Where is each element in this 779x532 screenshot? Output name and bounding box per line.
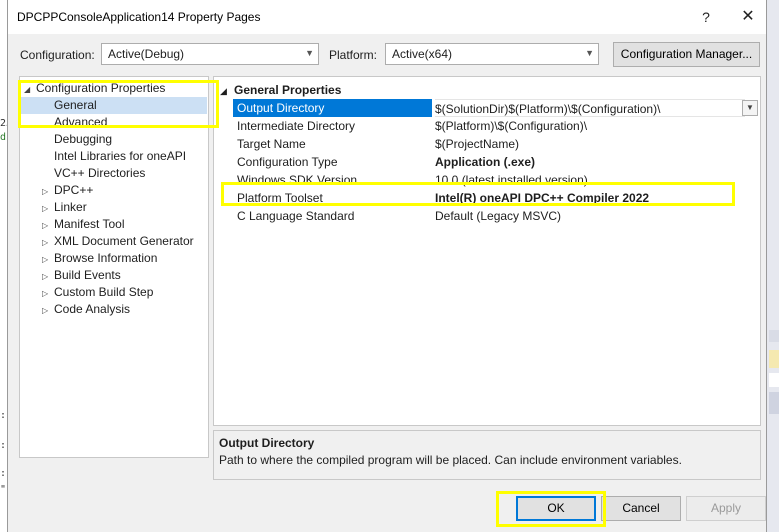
chevron-down-icon: ▼: [585, 48, 594, 58]
property-value[interactable]: 10.0 (latest installed version): [435, 171, 745, 189]
expand-arrow-icon[interactable]: ▷: [42, 217, 54, 234]
expand-arrow-icon[interactable]: ▷: [42, 302, 54, 319]
collapse-arrow-icon[interactable]: ◢: [220, 86, 234, 97]
property-value[interactable]: Default (Legacy MSVC): [435, 207, 745, 225]
cancel-button[interactable]: Cancel: [601, 496, 681, 521]
expand-arrow-icon[interactable]: ▷: [42, 234, 54, 251]
property-name: Target Name: [237, 137, 306, 151]
chevron-down-icon[interactable]: ▼: [742, 100, 758, 116]
property-row-platform-toolset[interactable]: Platform Toolset Intel(R) oneAPI DPC++ C…: [233, 189, 758, 207]
expand-arrow-icon[interactable]: ▷: [42, 268, 54, 285]
configuration-select-value: Active(Debug): [108, 47, 185, 61]
configuration-label: Configuration:: [20, 48, 95, 62]
expand-arrow-icon[interactable]: ▷: [42, 183, 54, 200]
property-row-intermediate-directory[interactable]: Intermediate Directory $(Platform)\$(Con…: [233, 117, 758, 135]
tree-item-advanced[interactable]: Advanced: [54, 114, 107, 131]
platform-select-value: Active(x64): [392, 47, 453, 61]
background-editor-right: [766, 0, 779, 532]
property-row-c-language-standard[interactable]: C Language Standard Default (Legacy MSVC…: [233, 207, 758, 225]
property-value[interactable]: $(SolutionDir)$(Platform)\$(Configuratio…: [435, 99, 745, 117]
tree-item-code-analysis[interactable]: ▷ Code Analysis: [42, 301, 130, 318]
apply-button[interactable]: Apply: [686, 496, 766, 521]
collapse-arrow-icon[interactable]: ◢: [24, 81, 36, 98]
description-pane: Output Directory Path to where the compi…: [213, 430, 761, 480]
property-name: Windows SDK Version: [237, 173, 358, 187]
tree-item-vc-directories[interactable]: VC++ Directories: [54, 165, 145, 182]
tree-item-intel-libraries[interactable]: Intel Libraries for oneAPI: [54, 148, 186, 165]
tree-item-build-events[interactable]: ▷ Build Events: [42, 267, 121, 284]
property-name: Intermediate Directory: [237, 119, 356, 133]
tree-item-manifest-tool[interactable]: ▷ Manifest Tool: [42, 216, 124, 233]
ok-button[interactable]: OK: [516, 496, 596, 521]
expand-arrow-icon[interactable]: ▷: [42, 200, 54, 217]
description-text: Path to where the compiled program will …: [219, 453, 682, 467]
property-tree: ◢ Configuration Properties General Advanc…: [19, 76, 209, 458]
property-grid: ◢ General Properties Output Directory $(S…: [213, 76, 761, 426]
tree-item-browse-information[interactable]: ▷ Browse Information: [42, 250, 157, 267]
tree-item-debugging[interactable]: Debugging: [54, 131, 112, 148]
property-value[interactable]: $(Platform)\$(Configuration)\: [435, 117, 745, 135]
tree-item-custom-build-step[interactable]: ▷ Custom Build Step: [42, 284, 153, 301]
tree-item-xml-document-generator[interactable]: ▷ XML Document Generator: [42, 233, 194, 250]
help-icon[interactable]: ?: [686, 3, 726, 31]
tree-item-general[interactable]: General: [21, 97, 207, 114]
property-name: Output Directory: [233, 99, 432, 117]
property-name: Configuration Type: [237, 155, 338, 169]
property-value[interactable]: $(ProjectName): [435, 135, 745, 153]
chevron-down-icon: ▼: [305, 48, 314, 58]
configuration-manager-button[interactable]: Configuration Manager...: [613, 42, 760, 67]
property-name: Platform Toolset: [237, 191, 323, 205]
tree-item-dpcpp[interactable]: ▷ DPC++: [42, 182, 93, 199]
description-title: Output Directory: [219, 436, 315, 450]
expand-arrow-icon[interactable]: ▷: [42, 251, 54, 268]
property-pages-dialog: DPCPPConsoleApplication14 Property Pages…: [7, 0, 767, 532]
title-bar: DPCPPConsoleApplication14 Property Pages…: [8, 0, 766, 34]
property-row-target-name[interactable]: Target Name $(ProjectName): [233, 135, 758, 153]
property-row-configuration-type[interactable]: Configuration Type Application (.exe): [233, 153, 758, 171]
tree-item-configuration-properties[interactable]: ◢ Configuration Properties: [24, 80, 165, 97]
configuration-select[interactable]: Active(Debug) ▼: [101, 43, 319, 65]
section-header-general-properties[interactable]: ◢ General Properties: [220, 83, 341, 97]
expand-arrow-icon[interactable]: ▷: [42, 285, 54, 302]
window-title: DPCPPConsoleApplication14 Property Pages: [17, 10, 261, 24]
property-row-windows-sdk-version[interactable]: Windows SDK Version 10.0 (latest install…: [233, 171, 758, 189]
platform-select[interactable]: Active(x64) ▼: [385, 43, 599, 65]
property-name: C Language Standard: [237, 209, 355, 223]
property-row-output-directory[interactable]: Output Directory $(SolutionDir)$(Platfor…: [233, 99, 758, 117]
tree-item-linker[interactable]: ▷ Linker: [42, 199, 87, 216]
close-icon[interactable]: ✕: [728, 3, 768, 31]
property-value[interactable]: Application (.exe): [435, 153, 745, 171]
property-value[interactable]: Intel(R) oneAPI DPC++ Compiler 2022: [435, 189, 745, 207]
platform-label: Platform:: [329, 48, 378, 62]
